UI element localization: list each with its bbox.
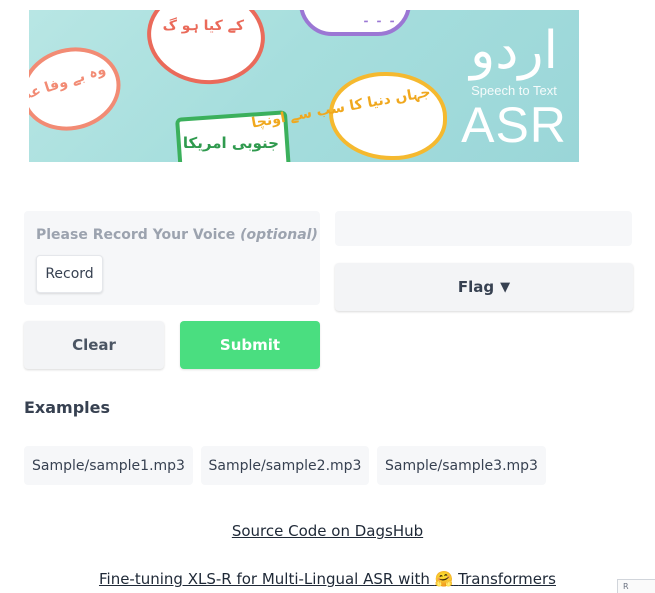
flag-button[interactable]: Flag ▼ bbox=[335, 263, 633, 311]
clear-button[interactable]: Clear bbox=[24, 321, 164, 369]
record-label-text: Please Record Your Voice bbox=[36, 227, 236, 243]
submit-button[interactable]: Submit bbox=[180, 321, 320, 369]
paper-link[interactable]: Fine-tuning XLS-R for Multi-Lingual ASR … bbox=[99, 570, 556, 588]
corner-badge: R bbox=[617, 579, 655, 593]
hugging-face-icon: 🤗 bbox=[434, 570, 454, 588]
speech-bubble-yellow bbox=[329, 72, 447, 160]
logo-subtitle: Speech to Text bbox=[471, 83, 557, 98]
paper-link-suffix: Transformers bbox=[458, 570, 556, 588]
bubble-text-green: جنوبی امریکا bbox=[182, 134, 279, 152]
examples-heading: Examples bbox=[24, 398, 111, 417]
transcription-output bbox=[335, 211, 632, 246]
example-item[interactable]: Sample/sample2.mp3 bbox=[201, 446, 369, 485]
paper-link-row: Fine-tuning XLS-R for Multi-Lingual ASR … bbox=[0, 570, 655, 588]
audio-input-panel: Please Record Your Voice (optional) Reco… bbox=[24, 211, 320, 305]
logo-urdu-text: اردو bbox=[470, 21, 558, 81]
bubble-text-red: کے کیا ہو گ bbox=[162, 18, 244, 34]
record-button[interactable]: Record bbox=[36, 255, 103, 293]
example-item[interactable]: Sample/sample1.mp3 bbox=[24, 446, 193, 485]
record-label-optional: (optional) bbox=[240, 227, 318, 243]
bubble-text-purple: ۔ ۔ ۔ bbox=[361, 10, 397, 26]
example-item[interactable]: Sample/sample3.mp3 bbox=[377, 446, 546, 485]
header-banner-image: وہ بے وفا عدن ہو کے کیا ہو گ جہاں دنیا ک… bbox=[29, 10, 579, 162]
audio-input-label: Please Record Your Voice (optional) bbox=[36, 227, 318, 243]
banner-logo: اردو Speech to Text ASR bbox=[449, 18, 579, 158]
logo-title: ASR bbox=[461, 97, 567, 153]
paper-link-prefix: Fine-tuning XLS-R for Multi-Lingual ASR … bbox=[98, 570, 430, 588]
triangle-down-icon: ▼ bbox=[500, 279, 511, 295]
flag-button-label: Flag bbox=[457, 278, 495, 296]
source-code-link[interactable]: Source Code on DagsHub bbox=[232, 522, 423, 540]
source-code-link-row: Source Code on DagsHub bbox=[0, 522, 655, 540]
